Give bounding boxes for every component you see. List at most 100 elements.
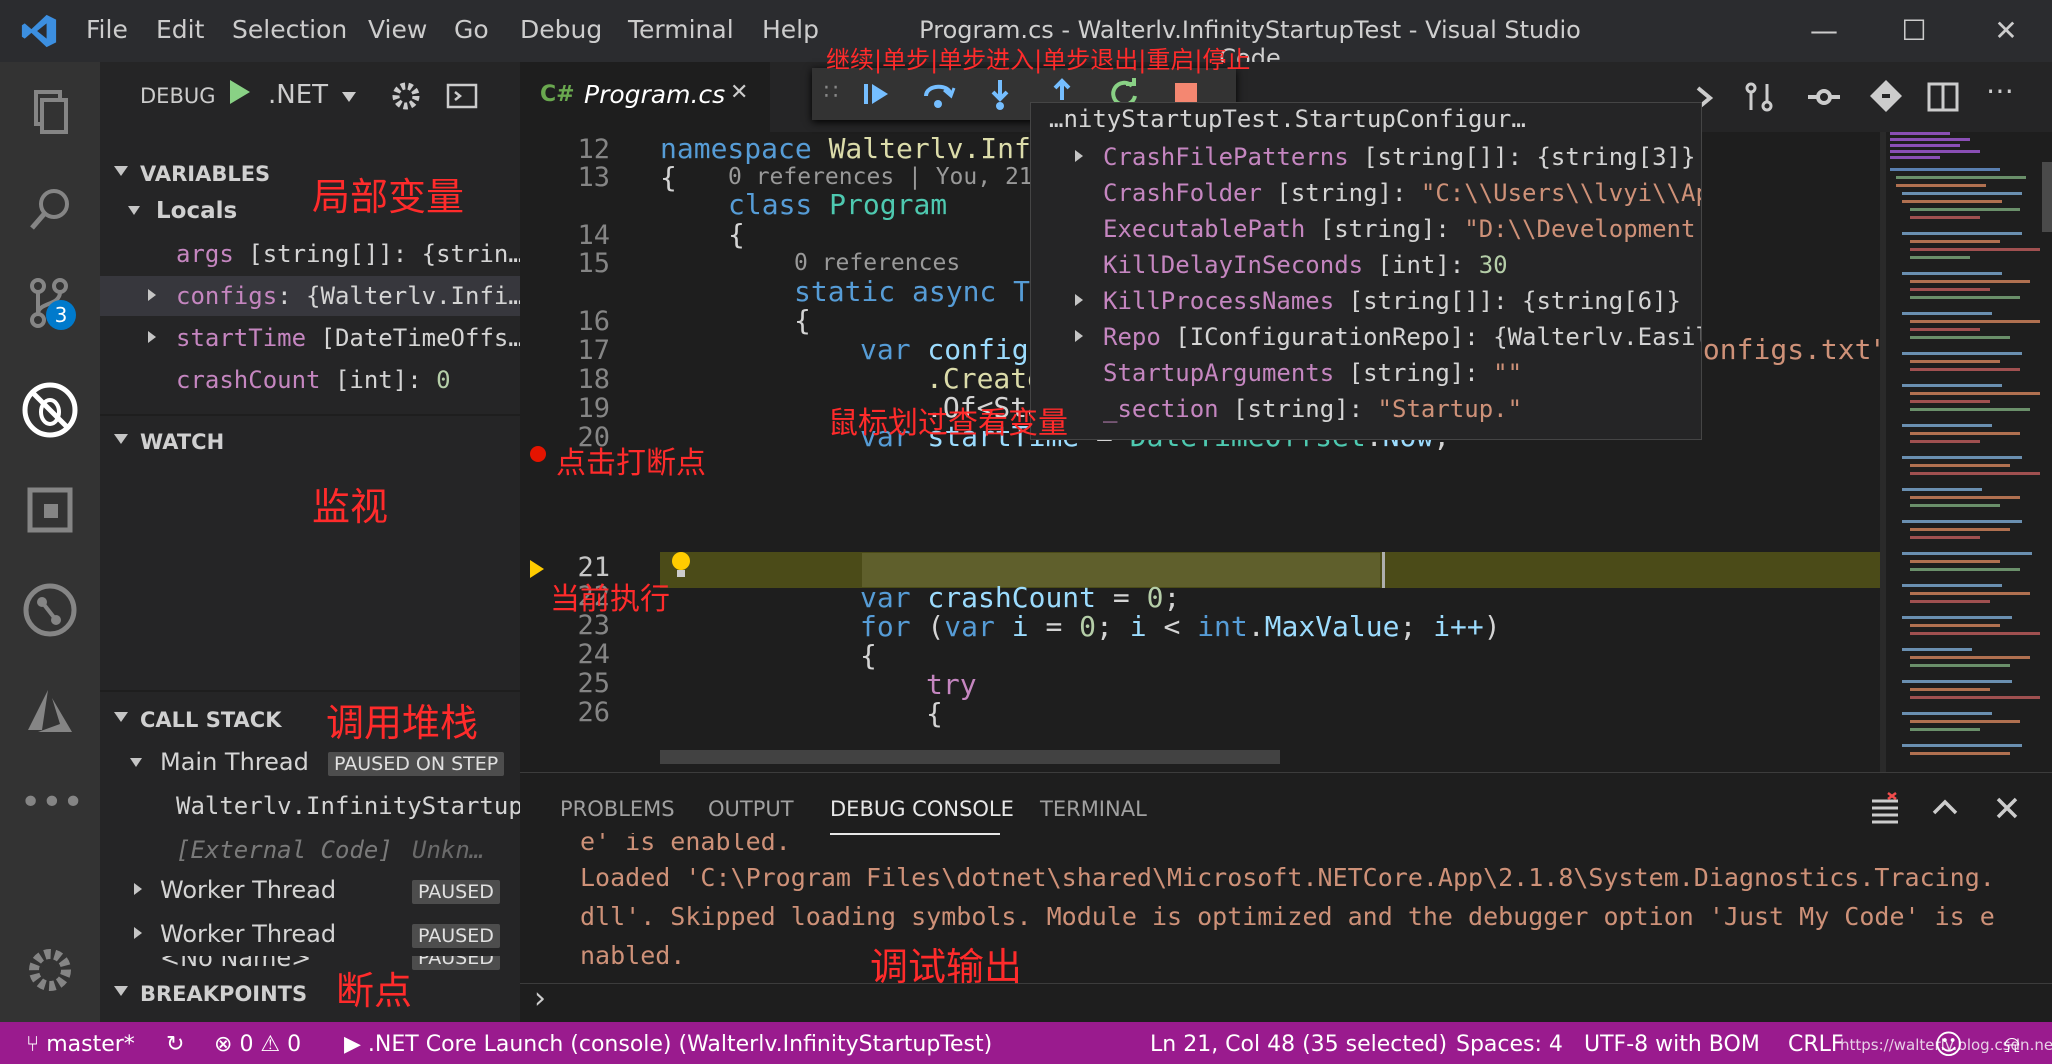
expand-icon <box>134 927 142 939</box>
chevron-down-icon[interactable] <box>342 92 356 102</box>
line-ending[interactable]: CRLF <box>1788 1032 1844 1057</box>
launch-config-item[interactable]: ▶ .NET Core Launch (console) (Walterlv.I… <box>344 1032 992 1057</box>
stack-frame-external[interactable]: [External Code] Unkn… <box>100 828 520 870</box>
sync-icon[interactable]: ↻ <box>166 1032 184 1057</box>
hover-item[interactable]: CrashFilePatterns [string[]]: {string[3]… <box>1031 139 1701 175</box>
more-icon[interactable]: ••• <box>20 778 84 838</box>
tab-label: Program.cs <box>584 80 726 109</box>
debug-console-icon[interactable] <box>446 82 478 110</box>
variable-args[interactable]: args [string[]]: {strin… <box>100 234 520 274</box>
menu-go[interactable]: Go <box>454 15 489 44</box>
hover-item[interactable]: KillDelayInSeconds [int]: 30 <box>1031 247 1701 283</box>
minimize-button[interactable]: — <box>1794 10 1854 52</box>
expand-icon <box>1075 294 1083 306</box>
hover-item[interactable]: _section [string]: "Startup." <box>1031 391 1701 427</box>
variable-crashcount[interactable]: crashCount [int]: 0 <box>100 360 520 400</box>
menu-terminal[interactable]: Terminal <box>628 15 734 44</box>
thread-main[interactable]: Main Thread PAUSED ON STEP <box>100 742 520 784</box>
menu-debug[interactable]: Debug <box>520 15 602 44</box>
menu-edit[interactable]: Edit <box>156 15 204 44</box>
console-input[interactable] <box>570 987 2040 1019</box>
debug-hover-widget[interactable]: …nityStartupTest.StartupConfigur… CrashF… <box>1030 102 1702 440</box>
notifications-bell-icon[interactable]: ⍾ <box>2004 1030 2020 1058</box>
compare-changes-icon[interactable] <box>1742 80 1776 114</box>
problems-item[interactable]: ⊗ 0 ⚠ 0 <box>214 1032 301 1057</box>
indentation[interactable]: Spaces: 4 <box>1456 1032 1563 1057</box>
explorer-icon[interactable] <box>20 82 80 142</box>
menu-help[interactable]: Help <box>762 15 819 44</box>
start-debug-icon[interactable] <box>230 80 250 104</box>
menu-file[interactable]: File <box>86 15 128 44</box>
thread-partial[interactable]: <No Name> PAUSED <box>100 956 520 970</box>
collapse-icon <box>114 434 128 444</box>
hover-title: …nityStartupTest.StartupConfigur… <box>1049 105 1526 133</box>
hover-item[interactable]: Repo [IConfigurationRepo]: {Walterlv.Eas… <box>1031 319 1701 355</box>
stack-frame[interactable]: Walterlv.InfinityStartup <box>100 784 523 826</box>
tab-problems[interactable]: PROBLEMS <box>560 797 675 821</box>
feedback-smiley-icon[interactable]: ☺ <box>1934 1028 1963 1061</box>
hover-value: {string[6]} <box>1522 287 1681 315</box>
drag-handle-icon[interactable]: ∷ <box>824 80 838 105</box>
thread-worker[interactable]: Worker Thread PAUSED <box>100 870 520 912</box>
debug-config-select[interactable]: .NET <box>268 80 328 110</box>
source-control-icon[interactable]: 3 <box>20 274 80 334</box>
menu-view[interactable]: View <box>368 15 427 44</box>
variable-starttime[interactable]: startTime [DateTimeOffs… <box>100 318 520 358</box>
close-icon[interactable]: ✕ <box>730 80 748 105</box>
var-name: startTime <box>176 324 307 352</box>
expanded-icon <box>128 206 140 215</box>
thread-name: <No Name> <box>160 956 312 970</box>
extensions-icon[interactable] <box>20 480 80 540</box>
hover-type: [IConfigurationRepo]: <box>1160 323 1494 351</box>
hover-type: [string[]]: <box>1348 143 1537 171</box>
breakpoints-section-header[interactable]: BREAKPOINTS <box>100 974 520 1014</box>
minimap[interactable] <box>1880 132 2052 772</box>
expand-icon <box>148 331 156 343</box>
cursor-position[interactable]: Ln 21, Col 48 (35 selected) <box>1150 1032 1447 1057</box>
branch-item[interactable]: ⑂ master* <box>26 1032 135 1057</box>
hover-header: …nityStartupTest.StartupConfigur… <box>1031 103 1701 139</box>
annotation-call-stack: 调用堆栈 <box>326 701 479 745</box>
continue-icon[interactable] <box>856 76 896 112</box>
encoding[interactable]: UTF-8 with BOM <box>1584 1032 1760 1057</box>
git-lens-icon[interactable] <box>1806 82 1842 112</box>
hover-item[interactable]: ExecutablePath [string]: "D:\\Developmen… <box>1031 211 1701 247</box>
maximize-panel-icon[interactable] <box>1930 793 1960 823</box>
annotation-locals: 局部变量 <box>312 175 465 219</box>
step-over-icon[interactable] <box>918 76 958 112</box>
azure-icon[interactable] <box>20 682 80 742</box>
tab-output[interactable]: OUTPUT <box>708 797 794 821</box>
close-window-button[interactable]: ✕ <box>1976 10 2036 52</box>
hover-item[interactable]: KillProcessNames [string[]]: {string[6]} <box>1031 283 1701 319</box>
var-value: [DateTimeOffs… <box>306 324 520 352</box>
split-editor-icon[interactable] <box>1926 80 1960 114</box>
maximize-button[interactable]: ☐ <box>1884 10 1944 52</box>
search-icon[interactable] <box>20 180 80 240</box>
console-prompt-icon: › <box>534 981 546 1016</box>
lightbulb-icon[interactable] <box>668 550 694 582</box>
variable-configs[interactable]: configs: {Walterlv.Infi… <box>100 276 520 316</box>
git-history-icon[interactable] <box>20 580 80 640</box>
close-panel-icon[interactable] <box>1994 795 2020 821</box>
hover-type: [string]: <box>1334 359 1494 387</box>
watch-section-header[interactable]: WATCH <box>100 422 520 462</box>
step-into-icon[interactable] <box>980 76 1020 112</box>
locals-label: Locals <box>156 198 238 224</box>
thread-state-badge: PAUSED <box>412 956 500 970</box>
expanded-icon <box>130 758 142 767</box>
tab-program-cs[interactable]: C# Program.cs ✕ <box>520 62 770 132</box>
more-actions-icon[interactable]: ⋯ <box>1986 74 2014 107</box>
hover-item[interactable]: StartupArguments [string]: "" <box>1031 355 1701 391</box>
hover-item[interactable]: CrashFolder [string]: "C:\\Users\\lvyi\\… <box>1031 175 1701 211</box>
debug-settings-icon[interactable] <box>390 80 422 112</box>
open-changes-icon[interactable] <box>1868 78 1904 114</box>
line-number: 19 <box>577 393 610 424</box>
tab-debug-console[interactable]: DEBUG CONSOLE <box>830 797 1014 821</box>
clear-console-icon[interactable] <box>1868 791 1902 825</box>
menu-selection[interactable]: Selection <box>232 15 347 44</box>
thread-worker[interactable]: Worker Thread PAUSED <box>100 914 520 956</box>
tab-terminal[interactable]: TERMINAL <box>1040 797 1147 821</box>
debug-icon[interactable] <box>20 380 80 440</box>
gear-icon[interactable] <box>20 940 80 1000</box>
breakpoint-icon[interactable] <box>530 446 546 462</box>
